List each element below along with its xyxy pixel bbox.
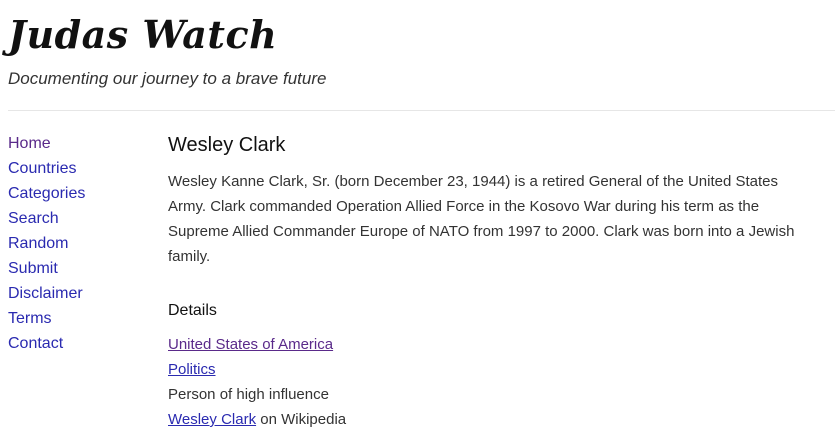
- details-list: United States of America Politics Person…: [168, 332, 818, 432]
- sidebar-item-search: Search: [8, 208, 148, 233]
- details-heading: Details: [168, 302, 217, 319]
- site-tagline: Documenting our journey to a brave futur…: [8, 69, 327, 88]
- details-item-country: United States of America: [168, 332, 818, 357]
- sidebar-link-categories[interactable]: Categories: [8, 185, 85, 202]
- sidebar-link-search[interactable]: Search: [8, 210, 59, 227]
- influence-text: Person of high influence: [168, 386, 329, 403]
- site-title[interactable]: Judas Watch: [8, 12, 277, 58]
- details-item-influence: Person of high influence: [168, 382, 818, 407]
- country-link[interactable]: United States of America: [168, 336, 333, 353]
- sidebar-link-random[interactable]: Random: [8, 235, 68, 252]
- sidebar-link-home[interactable]: Home: [8, 135, 51, 152]
- page-title: Wesley Clark: [168, 134, 286, 156]
- sidebar-link-contact[interactable]: Contact: [8, 335, 63, 352]
- sidebar-link-disclaimer[interactable]: Disclaimer: [8, 285, 83, 302]
- details-item-wikipedia: Wesley Clark on Wikipedia: [168, 407, 818, 432]
- sidebar-nav: Home Countries Categories Search Random …: [8, 133, 148, 358]
- sidebar-link-countries[interactable]: Countries: [8, 160, 76, 177]
- wikipedia-link[interactable]: Wesley Clark: [168, 411, 256, 428]
- sidebar-item-countries: Countries: [8, 158, 148, 183]
- site-header: Judas Watch Documenting our journey to a…: [8, 0, 835, 111]
- sidebar-item-categories: Categories: [8, 183, 148, 208]
- person-description: Wesley Kanne Clark, Sr. (born December 2…: [168, 173, 795, 265]
- sidebar-item-submit: Submit: [8, 258, 148, 283]
- sidebar-link-submit[interactable]: Submit: [8, 260, 58, 277]
- wikipedia-suffix: on Wikipedia: [256, 411, 347, 428]
- sidebar-item-random: Random: [8, 233, 148, 258]
- details-item-category: Politics: [168, 357, 818, 382]
- sidebar-item-contact: Contact: [8, 333, 148, 358]
- sidebar-link-terms[interactable]: Terms: [8, 310, 52, 327]
- category-link[interactable]: Politics: [168, 361, 216, 378]
- sidebar-list: Home Countries Categories Search Random …: [8, 133, 148, 358]
- sidebar-item-terms: Terms: [8, 308, 148, 333]
- sidebar-item-home: Home: [8, 133, 148, 158]
- sidebar-item-disclaimer: Disclaimer: [8, 283, 148, 308]
- main-content: Wesley Clark Wesley Kanne Clark, Sr. (bo…: [168, 130, 818, 432]
